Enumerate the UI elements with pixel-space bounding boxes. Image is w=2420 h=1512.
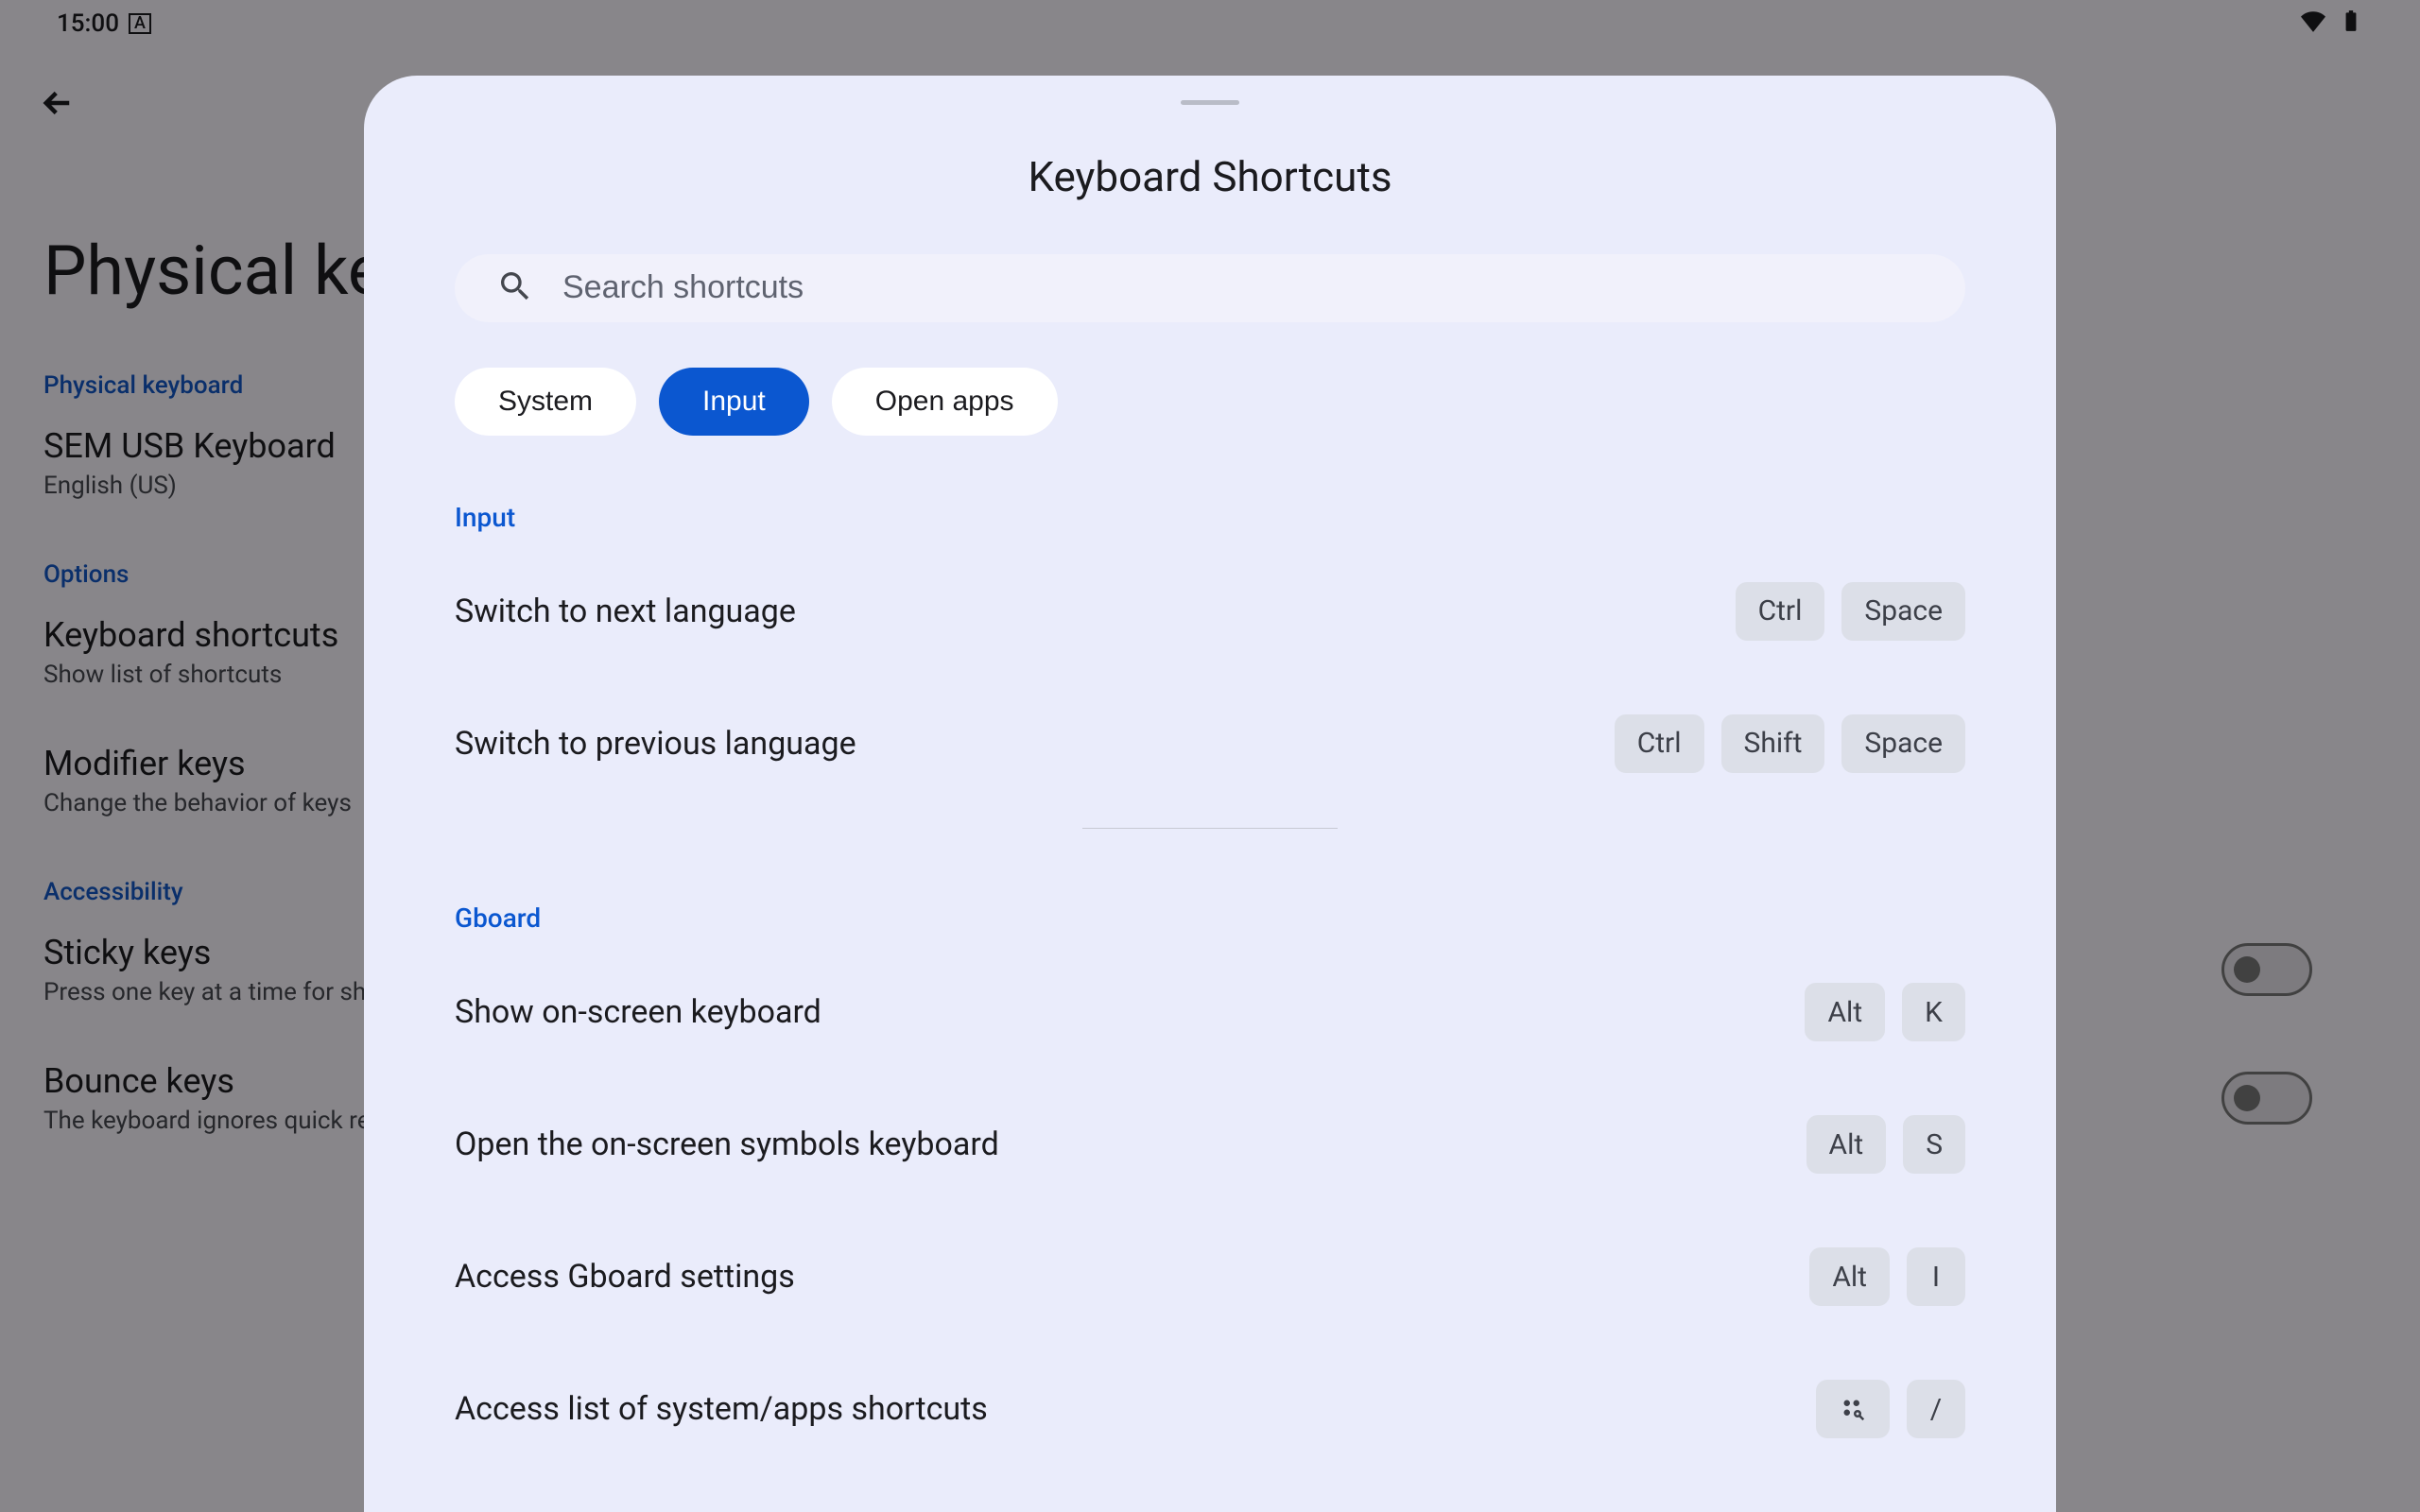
key: / — [1907, 1380, 1965, 1438]
group-gboard-label: Gboard — [455, 902, 1965, 934]
shortcut-keys: Alt K — [1805, 983, 1965, 1041]
key: Alt — [1809, 1247, 1890, 1306]
search-icon — [496, 267, 534, 309]
key: Alt — [1805, 983, 1885, 1041]
sheet-title: Keyboard Shortcuts — [455, 152, 1965, 201]
shortcut-keys: Ctrl Shift Space — [1615, 714, 1965, 773]
shortcut-label: Access Gboard settings — [455, 1258, 795, 1296]
shortcut-keys: Ctrl Space — [1736, 582, 1965, 641]
shortcut-label: Access list of system/apps shortcuts — [455, 1390, 988, 1428]
shortcut-label: Show on-screen keyboard — [455, 993, 821, 1031]
key: Alt — [1806, 1115, 1887, 1174]
shortcut-label: Open the on-screen symbols keyboard — [455, 1125, 999, 1163]
group-divider — [1082, 828, 1338, 829]
shortcut-label: Switch to previous language — [455, 725, 856, 763]
shortcut-row: Open the on-screen symbols keyboard Alt … — [455, 1115, 1965, 1174]
shortcut-keys: Alt I — [1809, 1247, 1965, 1306]
key: Ctrl — [1615, 714, 1704, 773]
tab-system[interactable]: System — [455, 368, 636, 436]
tabs: System Input Open apps — [455, 368, 1965, 436]
sheet-drag-handle[interactable] — [1181, 100, 1239, 105]
shortcut-row: Switch to next language Ctrl Space — [455, 582, 1965, 641]
key: Space — [1841, 714, 1965, 773]
key: Space — [1841, 582, 1965, 641]
key: Shift — [1721, 714, 1825, 773]
key: Ctrl — [1736, 582, 1825, 641]
search-input[interactable] — [562, 269, 1924, 306]
key: S — [1903, 1115, 1965, 1174]
keyboard-shortcuts-sheet: Keyboard Shortcuts System Input Open app… — [364, 76, 2056, 1512]
shortcut-keys: Alt S — [1806, 1115, 1966, 1174]
shortcut-row: Switch to previous language Ctrl Shift S… — [455, 714, 1965, 773]
shortcut-keys: / — [1816, 1380, 1965, 1438]
search-bar[interactable] — [455, 254, 1965, 322]
shortcut-row: Show on-screen keyboard Alt K — [455, 983, 1965, 1041]
group-input-label: Input — [455, 502, 1965, 533]
tab-input[interactable]: Input — [659, 368, 809, 436]
shortcut-row: Access list of system/apps shortcuts / — [455, 1380, 1965, 1438]
launcher-key-icon — [1816, 1380, 1890, 1438]
key: K — [1902, 983, 1965, 1041]
tab-open-apps[interactable]: Open apps — [832, 368, 1058, 436]
shortcut-row: Access Gboard settings Alt I — [455, 1247, 1965, 1306]
shortcut-label: Switch to next language — [455, 593, 796, 630]
key: I — [1907, 1247, 1965, 1306]
